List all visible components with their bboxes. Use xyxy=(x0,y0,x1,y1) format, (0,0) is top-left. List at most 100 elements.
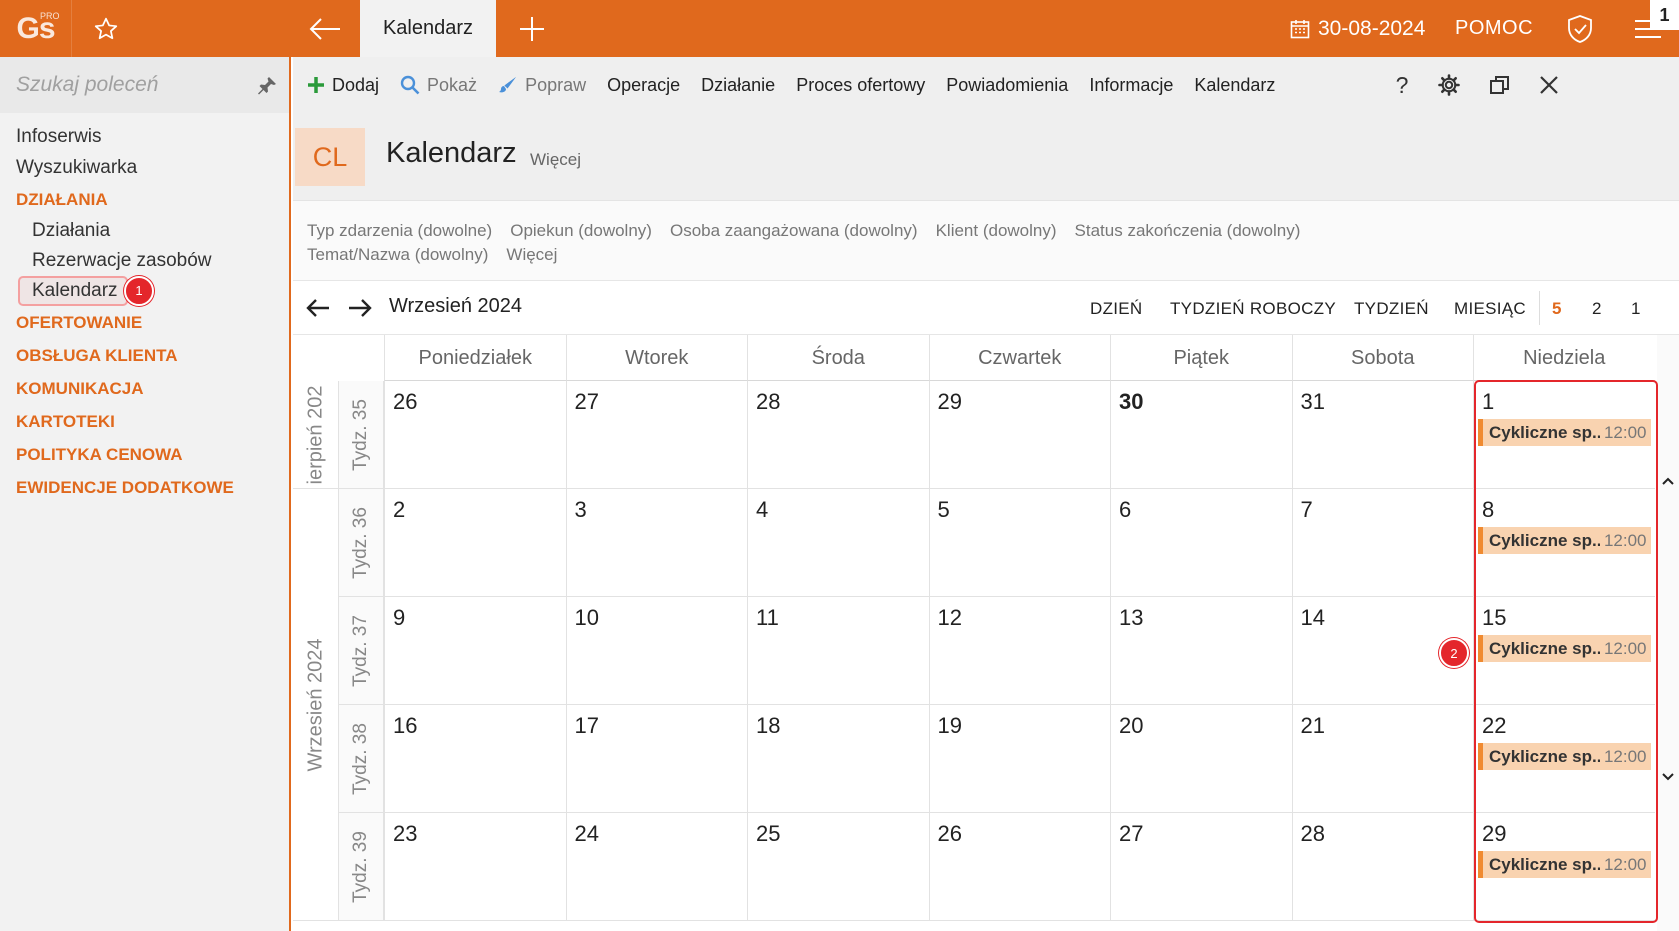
calendar-day-cell[interactable]: 19 xyxy=(928,705,1110,813)
week-number-cell[interactable]: Tydz. 38 xyxy=(339,705,384,813)
add-button[interactable]: Dodaj xyxy=(307,75,379,96)
security-button[interactable] xyxy=(1560,0,1600,57)
calendar-day-cell[interactable]: 29 Cykliczne sp... 12:00 xyxy=(1473,813,1655,921)
calendar-day-cell[interactable]: 28 xyxy=(1291,813,1473,921)
calendar-event[interactable]: Cykliczne sp... 12:00 xyxy=(1478,743,1651,770)
menu-dzialanie[interactable]: Działanie xyxy=(701,75,775,96)
calendar-day-cell[interactable]: 27 xyxy=(565,381,747,489)
sidebar-section-ofertowanie[interactable]: OFERTOWANIE xyxy=(0,306,289,339)
calendar-day-cell[interactable]: 11 xyxy=(747,597,929,705)
calendar-day-cell[interactable]: 27 xyxy=(1110,813,1292,921)
calendar-day-cell[interactable]: 16 xyxy=(384,705,566,813)
sidebar-section-ewidencje[interactable]: EWIDENCJE DODATKOWE xyxy=(0,471,289,504)
menu-proces-ofertowy[interactable]: Proces ofertowy xyxy=(796,75,925,96)
menu-informacje[interactable]: Informacje xyxy=(1089,75,1173,96)
calendar-day-cell[interactable]: 4 xyxy=(747,489,929,597)
count-5-button[interactable]: 5 xyxy=(1552,299,1562,319)
count-2-button[interactable]: 2 xyxy=(1592,299,1602,319)
sidebar-item-kalendarz[interactable]: Kalendarz xyxy=(18,276,128,306)
calendar-day-cell[interactable]: 23 xyxy=(384,813,566,921)
filter-event-type[interactable]: Typ zdarzenia (dowolne) xyxy=(307,221,492,241)
calendar-day-cell[interactable]: 8 Cykliczne sp... 12:00 xyxy=(1473,489,1655,597)
pin-icon[interactable] xyxy=(256,75,278,97)
sidebar-section-obsluga-klienta[interactable]: OBSŁUGA KLIENTA xyxy=(0,339,289,372)
view-day-button[interactable]: DZIEŃ xyxy=(1090,299,1143,319)
sidebar-section-komunikacja[interactable]: KOMUNIKACJA xyxy=(0,372,289,405)
calendar-day-cell[interactable]: 20 xyxy=(1110,705,1292,813)
edit-button[interactable]: Popraw xyxy=(498,75,586,96)
filter-owner[interactable]: Opiekun (dowolny) xyxy=(510,221,652,241)
scroll-down-icon[interactable] xyxy=(1660,769,1676,785)
filter-more[interactable]: Więcej xyxy=(506,245,557,265)
sidebar-section-polityka-cenowa[interactable]: POLITYKA CENOWA xyxy=(0,438,289,471)
calendar-event[interactable]: Cykliczne sp... 12:00 xyxy=(1478,527,1651,554)
date-display[interactable]: 30-08-2024 xyxy=(1290,0,1425,57)
back-button[interactable] xyxy=(290,0,360,57)
tab-kalendarz[interactable]: Kalendarz xyxy=(360,0,496,57)
calendar-day-cell[interactable]: 2 xyxy=(384,489,566,597)
calendar-day-cell[interactable]: 26 xyxy=(928,813,1110,921)
calendar-day-cell[interactable]: 3 xyxy=(565,489,747,597)
count-1-button[interactable]: 1 xyxy=(1631,299,1641,319)
help-menu[interactable]: POMOC xyxy=(1455,0,1533,57)
calendar-day-cell[interactable]: 21 xyxy=(1291,705,1473,813)
view-week-button[interactable]: TYDZIEŃ xyxy=(1354,299,1429,319)
sidebar-item-dzialania[interactable]: Działania xyxy=(0,216,289,246)
calendar-event[interactable]: Cykliczne sp... 12:00 xyxy=(1478,851,1651,878)
calendar-day-cell[interactable]: 24 xyxy=(565,813,747,921)
week-number-cell[interactable]: Tydz. 39 xyxy=(339,813,384,921)
calendar-event[interactable]: Cykliczne sp... 12:00 xyxy=(1478,419,1651,446)
sidebar-section-dzialania[interactable]: DZIAŁANIA xyxy=(0,183,289,216)
menu-operacje[interactable]: Operacje xyxy=(607,75,680,96)
next-month-icon[interactable] xyxy=(345,293,375,323)
week-number-cell[interactable]: Tydz. 37 xyxy=(339,597,384,705)
calendar-day-cell[interactable]: 7 xyxy=(1291,489,1473,597)
calendar-day-cell[interactable]: 6 xyxy=(1110,489,1292,597)
calendar-day-cell[interactable]: 12 xyxy=(928,597,1110,705)
command-search-input[interactable] xyxy=(16,71,246,99)
week-number-cell[interactable]: Tydz. 35 xyxy=(339,381,384,489)
calendar-day-cell[interactable]: 5 xyxy=(928,489,1110,597)
view-month-button[interactable]: MIESIĄC xyxy=(1454,299,1526,319)
view-workweek-button[interactable]: TYDZIEŃ ROBOCZY xyxy=(1170,299,1336,319)
grid-scrollbar[interactable] xyxy=(1657,335,1679,931)
header-more-link[interactable]: Więcej xyxy=(530,150,581,170)
sidebar-section-kartoteki[interactable]: KARTOTEKI xyxy=(0,405,289,438)
sidebar-item-wyszukiwarka[interactable]: Wyszukiwarka xyxy=(0,152,289,183)
calendar-day-cell[interactable]: 29 xyxy=(928,381,1110,489)
favorites-button[interactable] xyxy=(71,0,139,57)
close-button[interactable] xyxy=(1529,57,1569,113)
week-number-cell[interactable]: Tydz. 36 xyxy=(339,489,384,597)
calendar-day-cell[interactable]: 28 xyxy=(747,381,929,489)
calendar-day-cell[interactable]: 25 xyxy=(747,813,929,921)
calendar-day-cell[interactable]: 22 Cykliczne sp... 12:00 xyxy=(1473,705,1655,813)
calendar-day-cell[interactable]: 13 xyxy=(1110,597,1292,705)
scroll-up-icon[interactable] xyxy=(1660,473,1676,489)
calendar-day-cell[interactable]: 30 xyxy=(1110,381,1292,489)
calendar-day-cell[interactable]: 9 xyxy=(384,597,566,705)
filter-client[interactable]: Klient (dowolny) xyxy=(936,221,1057,241)
prev-month-icon[interactable] xyxy=(303,293,333,323)
filter-completion-status[interactable]: Status zakończenia (dowolny) xyxy=(1075,221,1301,241)
filter-subject[interactable]: Temat/Nazwa (dowolny) xyxy=(307,245,488,265)
calendar-day-cell[interactable]: 31 xyxy=(1291,381,1473,489)
restore-window-button[interactable] xyxy=(1480,57,1520,113)
help-button[interactable]: ? xyxy=(1382,57,1422,113)
filter-involved-person[interactable]: Osoba zaangażowana (dowolny) xyxy=(670,221,918,241)
calendar-day-cell[interactable]: 18 xyxy=(747,705,929,813)
notification-count[interactable]: 1 xyxy=(1650,0,1679,30)
menu-kalendarz[interactable]: Kalendarz xyxy=(1194,75,1275,96)
sidebar-item-rezerwacje[interactable]: Rezerwacje zasobów xyxy=(0,246,289,276)
settings-button[interactable] xyxy=(1429,57,1469,113)
show-button[interactable]: Pokaż xyxy=(400,75,477,96)
new-tab-button[interactable] xyxy=(496,0,568,57)
calendar-day-cell[interactable]: 10 xyxy=(565,597,747,705)
sidebar-item-infoserwis[interactable]: Infoserwis xyxy=(0,121,289,152)
calendar-day-cell[interactable]: 15 Cykliczne sp... 12:00 xyxy=(1473,597,1655,705)
calendar-day-cell[interactable]: 26 xyxy=(384,381,566,489)
calendar-day-cell[interactable]: 17 xyxy=(565,705,747,813)
app-logo[interactable]: Gs PRO xyxy=(0,0,71,57)
calendar-event[interactable]: Cykliczne sp... 12:00 xyxy=(1478,635,1651,662)
menu-powiadomienia[interactable]: Powiadomienia xyxy=(946,75,1068,96)
calendar-day-cell[interactable]: 1 Cykliczne sp... 12:00 xyxy=(1473,381,1655,489)
